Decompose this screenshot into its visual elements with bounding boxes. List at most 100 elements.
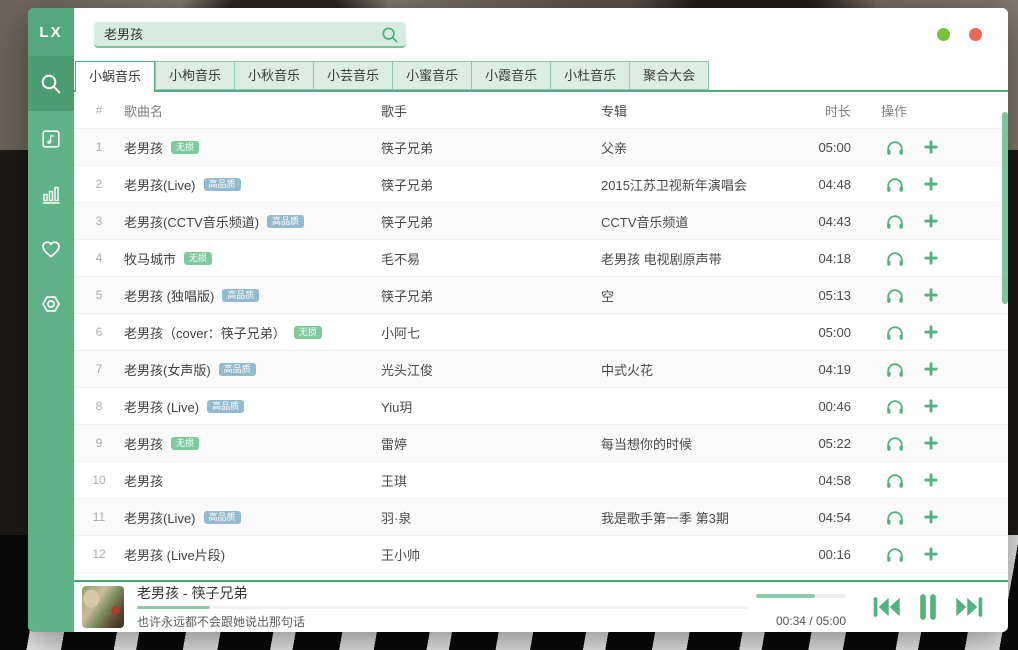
playback-controls — [872, 592, 984, 622]
volume-slider[interactable] — [756, 594, 846, 598]
listen-button[interactable] — [885, 470, 905, 490]
table-row[interactable]: 2 老男孩(Live) 高品质 筷子兄弟 2015江苏卫视新年演唱会 04:48 — [74, 166, 1008, 203]
artist-name: 光头江俊 — [381, 360, 601, 379]
album-name: 中式火花 — [601, 360, 766, 379]
tab-6[interactable]: 小霞音乐 — [471, 61, 550, 90]
duration: 05:00 — [766, 140, 851, 155]
artist-name: 筷子兄弟 — [381, 175, 601, 194]
plus-icon — [922, 212, 940, 230]
sidebar-item-leaderboard[interactable] — [28, 166, 74, 221]
next-track-button[interactable] — [954, 594, 984, 620]
artist-name: 羽·泉 — [381, 508, 601, 527]
duration: 04:54 — [766, 510, 851, 525]
search-submit-icon[interactable] — [381, 26, 399, 44]
plus-icon — [922, 249, 940, 267]
add-button[interactable] — [922, 323, 940, 341]
album-name: 空 — [601, 286, 766, 305]
artist-name: 王琪 — [381, 471, 601, 490]
table-scrollbar[interactable] — [1002, 112, 1008, 304]
tab-7[interactable]: 小杜音乐 — [550, 61, 629, 90]
close-button[interactable] — [969, 28, 982, 41]
add-button[interactable] — [922, 545, 940, 563]
song-name: 老男孩 (Live片段) — [124, 545, 225, 564]
minimize-button[interactable] — [937, 28, 950, 41]
listen-button[interactable] — [885, 211, 905, 231]
add-button[interactable] — [922, 508, 940, 526]
album-art[interactable] — [82, 586, 124, 628]
row-number: 5 — [74, 288, 124, 302]
add-button[interactable] — [922, 175, 940, 193]
time-display: 00:34 / 05:00 — [776, 614, 846, 628]
sidebar-item-favorites[interactable] — [28, 221, 74, 276]
album-name: 老男孩 电视剧原声带 — [601, 249, 766, 268]
table-row[interactable]: 10 老男孩 王琪 04:58 — [74, 462, 1008, 499]
table-header: # 歌曲名 歌手 专辑 时长 操作 — [74, 92, 1008, 129]
listen-button[interactable] — [885, 322, 905, 342]
song-name: 老男孩 — [124, 434, 163, 453]
add-button[interactable] — [922, 212, 940, 230]
table-row[interactable]: 1 老男孩 无损 筷子兄弟 父亲 05:00 — [74, 129, 1008, 166]
row-number: 11 — [74, 510, 124, 524]
now-playing-title: 老男孩 - 筷子兄弟 — [137, 584, 748, 602]
listen-button[interactable] — [885, 137, 905, 157]
search-input[interactable] — [94, 22, 406, 48]
add-button[interactable] — [922, 434, 940, 452]
listen-button[interactable] — [885, 507, 905, 527]
quality-badge: 高品质 — [222, 289, 259, 302]
tab-4[interactable]: 小芸音乐 — [313, 61, 392, 90]
table-row[interactable]: 9 老男孩 无损 雷婷 每当想你的时候 05:22 — [74, 425, 1008, 462]
tab-8[interactable]: 聚合大会 — [629, 61, 709, 90]
add-button[interactable] — [922, 138, 940, 156]
table-row[interactable]: 12 老男孩 (Live片段) 王小帅 00:16 — [74, 536, 1008, 573]
album-name: 2015江苏卫视新年演唱会 — [601, 175, 766, 194]
listen-button[interactable] — [885, 544, 905, 564]
song-name: 老男孩 (独唱版) — [124, 286, 214, 305]
duration: 00:16 — [766, 547, 851, 562]
plus-icon — [922, 323, 940, 341]
sidebar-item-songlist[interactable] — [28, 111, 74, 166]
song-name: 老男孩 — [124, 138, 163, 157]
table-row[interactable]: 8 老男孩 (Live) 高品质 Yiu玥 00:46 — [74, 388, 1008, 425]
listen-button[interactable] — [885, 174, 905, 194]
add-button[interactable] — [922, 360, 940, 378]
progress-fill — [137, 606, 210, 609]
row-number: 4 — [74, 251, 124, 265]
artist-name: 王小帅 — [381, 545, 601, 564]
progress-bar[interactable] — [137, 606, 748, 609]
quality-badge: 高品质 — [219, 363, 256, 376]
add-button[interactable] — [922, 397, 940, 415]
add-button[interactable] — [922, 471, 940, 489]
sidebar: LX — [28, 8, 74, 632]
sidebar-item-settings[interactable] — [28, 276, 74, 331]
plus-icon — [922, 175, 940, 193]
quality-badge: 无损 — [171, 141, 199, 154]
tab-5[interactable]: 小蜜音乐 — [392, 61, 471, 90]
table-row[interactable]: 6 老男孩（cover：筷子兄弟） 无损 小阿七 05:00 — [74, 314, 1008, 351]
tab-3[interactable]: 小秋音乐 — [234, 61, 313, 90]
next-track-icon — [954, 594, 984, 620]
table-row[interactable]: 11 老男孩(Live) 高品质 羽·泉 我是歌手第一季 第3期 04:54 — [74, 499, 1008, 536]
headphone-icon — [885, 507, 905, 527]
quality-badge: 无损 — [184, 252, 212, 265]
duration: 04:48 — [766, 177, 851, 192]
table-row[interactable]: 5 老男孩 (独唱版) 高品质 筷子兄弟 空 05:13 — [74, 277, 1008, 314]
tab-2[interactable]: 小枸音乐 — [155, 61, 234, 90]
table-row[interactable]: 7 老男孩(女声版) 高品质 光头江俊 中式火花 04:19 — [74, 351, 1008, 388]
add-button[interactable] — [922, 286, 940, 304]
listen-button[interactable] — [885, 359, 905, 379]
plus-icon — [922, 138, 940, 156]
previous-track-button[interactable] — [872, 594, 902, 620]
plus-icon — [922, 471, 940, 489]
sidebar-item-search[interactable] — [28, 56, 74, 111]
listen-button[interactable] — [885, 248, 905, 268]
listen-button[interactable] — [885, 396, 905, 416]
artist-name: 筷子兄弟 — [381, 286, 601, 305]
table-row[interactable]: 3 老男孩(CCTV音乐频道) 高品质 筷子兄弟 CCTV音乐频道 04:43 — [74, 203, 1008, 240]
pause-button[interactable] — [917, 592, 939, 622]
listen-button[interactable] — [885, 285, 905, 305]
tab-1[interactable]: 小蜗音乐 — [75, 61, 155, 92]
add-button[interactable] — [922, 249, 940, 267]
listen-button[interactable] — [885, 433, 905, 453]
search-box — [94, 22, 406, 48]
table-row[interactable]: 4 牧马城市 无损 毛不易 老男孩 电视剧原声带 04:18 — [74, 240, 1008, 277]
